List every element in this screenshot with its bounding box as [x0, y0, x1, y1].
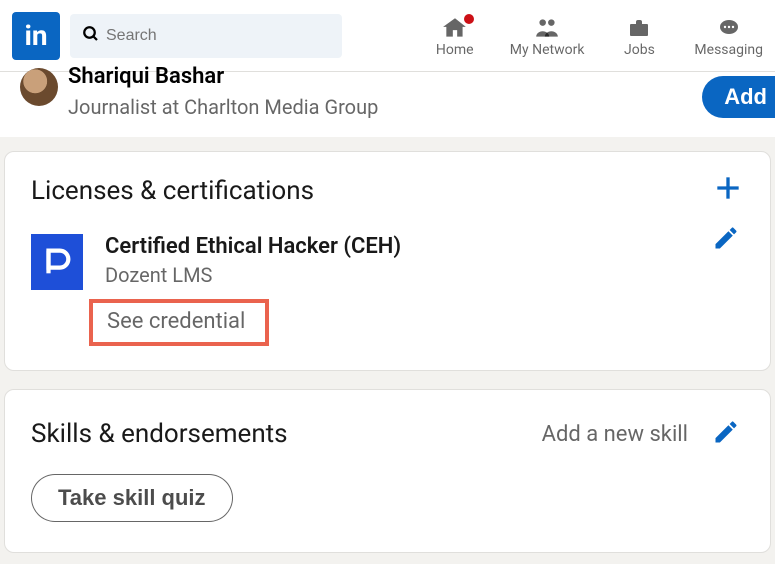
search-input[interactable] — [106, 27, 330, 45]
take-skill-quiz-button[interactable]: Take skill quiz — [31, 474, 233, 522]
notification-badge — [462, 12, 476, 26]
pencil-icon — [712, 224, 740, 252]
certification-org: Dozent LMS — [105, 263, 744, 287]
profile-title: Journalist at Charlton Media Group — [68, 95, 378, 119]
profile-name: Shariqui Bashar — [68, 64, 378, 89]
certification-item: Certified Ethical Hacker (CEH) Dozent LM… — [31, 234, 744, 346]
see-credential-link[interactable]: See credential — [89, 299, 269, 346]
nav-network[interactable]: My Network — [510, 14, 585, 58]
section-heading: Skills & endorsements — [31, 419, 522, 449]
add-section-button[interactable]: Add — [702, 76, 775, 118]
nav-messaging[interactable]: Messaging — [694, 14, 763, 58]
home-icon — [442, 14, 468, 42]
nav-label: My Network — [510, 42, 585, 58]
linkedin-logo[interactable]: in — [12, 12, 60, 60]
skills-card: Skills & endorsements Add a new skill Ta… — [4, 389, 771, 553]
plus-icon — [712, 172, 744, 204]
nav-label: Jobs — [624, 42, 655, 58]
add-skill-link[interactable]: Add a new skill — [542, 422, 688, 447]
briefcase-icon — [627, 14, 651, 42]
certification-title: Certified Ethical Hacker (CEH) — [105, 234, 744, 259]
top-header: in Home My Network Jobs — [0, 0, 775, 72]
licenses-card: Licenses & certifications Certified Ethi… — [4, 151, 771, 371]
top-nav: Home My Network Jobs Messaging — [430, 14, 763, 58]
section-heading: Licenses & certifications — [31, 176, 744, 206]
pencil-icon — [712, 418, 740, 446]
avatar[interactable] — [20, 68, 58, 106]
nav-jobs[interactable]: Jobs — [614, 14, 664, 58]
search-icon — [82, 24, 100, 48]
nav-label: Messaging — [694, 42, 763, 58]
nav-label: Home — [436, 42, 474, 58]
network-icon — [534, 14, 560, 42]
certification-logo — [31, 234, 83, 290]
search-box[interactable] — [70, 14, 342, 58]
messaging-icon — [717, 14, 741, 42]
profile-strip: Shariqui Bashar Journalist at Charlton M… — [0, 72, 775, 137]
add-certification-button[interactable] — [712, 172, 744, 208]
edit-certification-button[interactable] — [708, 220, 744, 260]
edit-skills-button[interactable] — [708, 414, 744, 454]
nav-home[interactable]: Home — [430, 14, 480, 58]
